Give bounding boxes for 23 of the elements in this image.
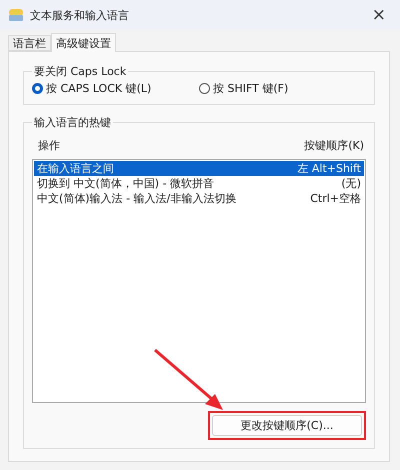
radio-button[interactable]: [32, 83, 43, 94]
close-button[interactable]: ×: [366, 5, 392, 25]
action-cell: 中文(简体)输入法 - 输入法/非输入法切换: [37, 191, 236, 206]
list-row[interactable]: 切换到 中文(简体，中国) - 微软拼音 (无): [34, 176, 364, 191]
radio-button[interactable]: [199, 83, 210, 94]
group-title: 要关闭 Caps Lock: [33, 64, 128, 79]
list-row[interactable]: 在输入语言之间 左 Alt+Shift: [34, 161, 364, 176]
radio-label[interactable]: 按 CAPS LOCK 键(L): [46, 81, 152, 96]
keys-cell: (无): [341, 176, 361, 191]
action-cell: 切换到 中文(简体，中国) - 微软拼音: [37, 176, 214, 191]
group-title: 输入语言的热键: [33, 115, 112, 130]
list-row[interactable]: 中文(简体)输入法 - 输入法/非输入法切换 Ctrl+空格: [34, 191, 364, 206]
change-key-sequence-button[interactable]: 更改按键顺序(C)...: [212, 415, 362, 436]
keys-cell: Ctrl+空格: [310, 191, 361, 206]
tab[interactable]: 高级键设置: [51, 33, 116, 52]
column-header: 按键顺序(K): [304, 138, 364, 153]
column-header: 操作: [38, 138, 60, 153]
tab[interactable]: 语言栏: [8, 35, 51, 51]
keyboard-icon: [8, 8, 24, 22]
keys-cell: 左 Alt+Shift: [297, 161, 361, 176]
window-title: 文本服务和输入语言: [30, 8, 130, 22]
action-cell: 在输入语言之间: [37, 161, 114, 176]
radio-label[interactable]: 按 SHIFT 键(F): [213, 81, 288, 96]
